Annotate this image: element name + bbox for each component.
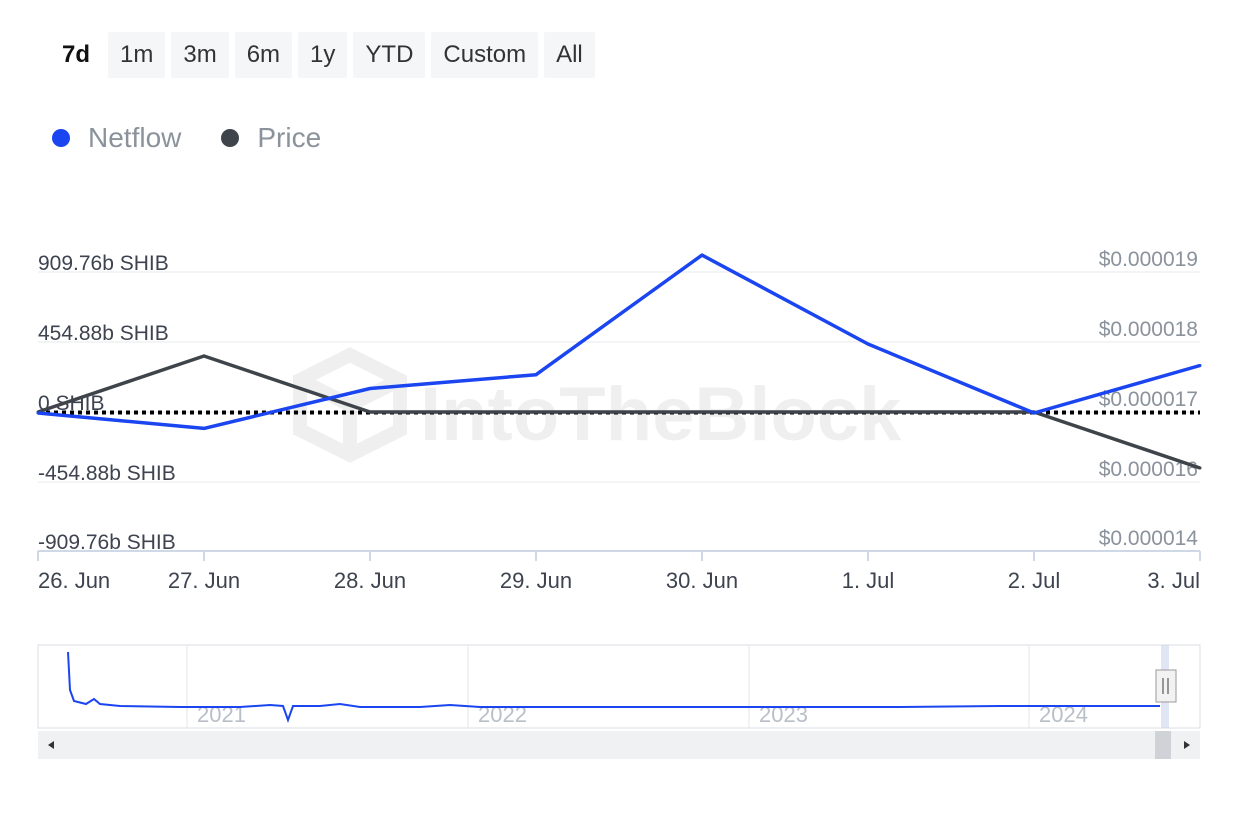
navigator-year-label: 2023 <box>759 702 808 727</box>
navigator: 2021 2022 2023 2024 <box>37 644 1201 759</box>
x-tick-label: 30. Jun <box>666 568 738 593</box>
point-price <box>1198 466 1202 470</box>
x-tick-label: 29. Jun <box>500 568 572 593</box>
point-netflow <box>866 342 870 346</box>
point-netflow <box>368 386 372 390</box>
navigator-handle-box[interactable] <box>1155 669 1177 703</box>
x-axis: 26. Jun 27. Jun 28. Jun 29. Jun 30. Jun 1. Ju… <box>37 550 1201 593</box>
navigator-scrollbar[interactable] <box>38 731 1200 759</box>
point-netflow <box>202 426 206 430</box>
point-price <box>866 410 870 414</box>
x-tick-label: 1. Jul <box>842 568 895 593</box>
scrollbar-thumb[interactable] <box>1155 731 1171 759</box>
x-tick-label: 3. Jul <box>1147 568 1200 593</box>
x-tick-label: 2. Jul <box>1008 568 1061 593</box>
point-netflow <box>700 253 704 257</box>
navigator-year-label: 2022 <box>478 702 527 727</box>
y-right-tick-label: $0.000018 <box>1099 318 1198 341</box>
watermark-text: IntoTheBlock <box>420 372 902 457</box>
point-netflow <box>1198 363 1202 367</box>
y-left-tick-label: 909.76b SHIB <box>38 252 169 275</box>
point-netflow <box>36 411 40 415</box>
point-price <box>534 410 538 414</box>
y-right-tick-label: $0.000014 <box>1099 527 1199 550</box>
scrollbar-track[interactable] <box>38 731 1200 759</box>
y-left-tick-label: -454.88b SHIB <box>38 462 176 485</box>
x-tick-label: 26. Jun <box>38 568 110 593</box>
point-netflow <box>1032 411 1036 415</box>
watermark: IntoTheBlock <box>293 347 902 463</box>
navigator-handle[interactable] <box>1155 669 1177 703</box>
navigator-year-label: 2021 <box>197 702 246 727</box>
point-netflow <box>534 373 538 377</box>
y-right-tick-label: $0.000019 <box>1099 248 1198 271</box>
right-y-axis: $0.000019$0.000018$0.000017$0.000016$0.0… <box>1099 248 1199 550</box>
point-price <box>202 354 206 358</box>
left-y-axis: 909.76b SHIB454.88b SHIB0 SHIB-454.88b S… <box>38 252 176 554</box>
y-left-tick-label: 454.88b SHIB <box>38 322 169 345</box>
x-tick-label: 28. Jun <box>334 568 406 593</box>
point-price <box>368 410 372 414</box>
point-price <box>700 410 704 414</box>
x-tick-label: 27. Jun <box>168 568 240 593</box>
netflow-price-chart: IntoTheBlock 909.76b SHIB454.88b SHIB0 S… <box>36 248 1202 759</box>
